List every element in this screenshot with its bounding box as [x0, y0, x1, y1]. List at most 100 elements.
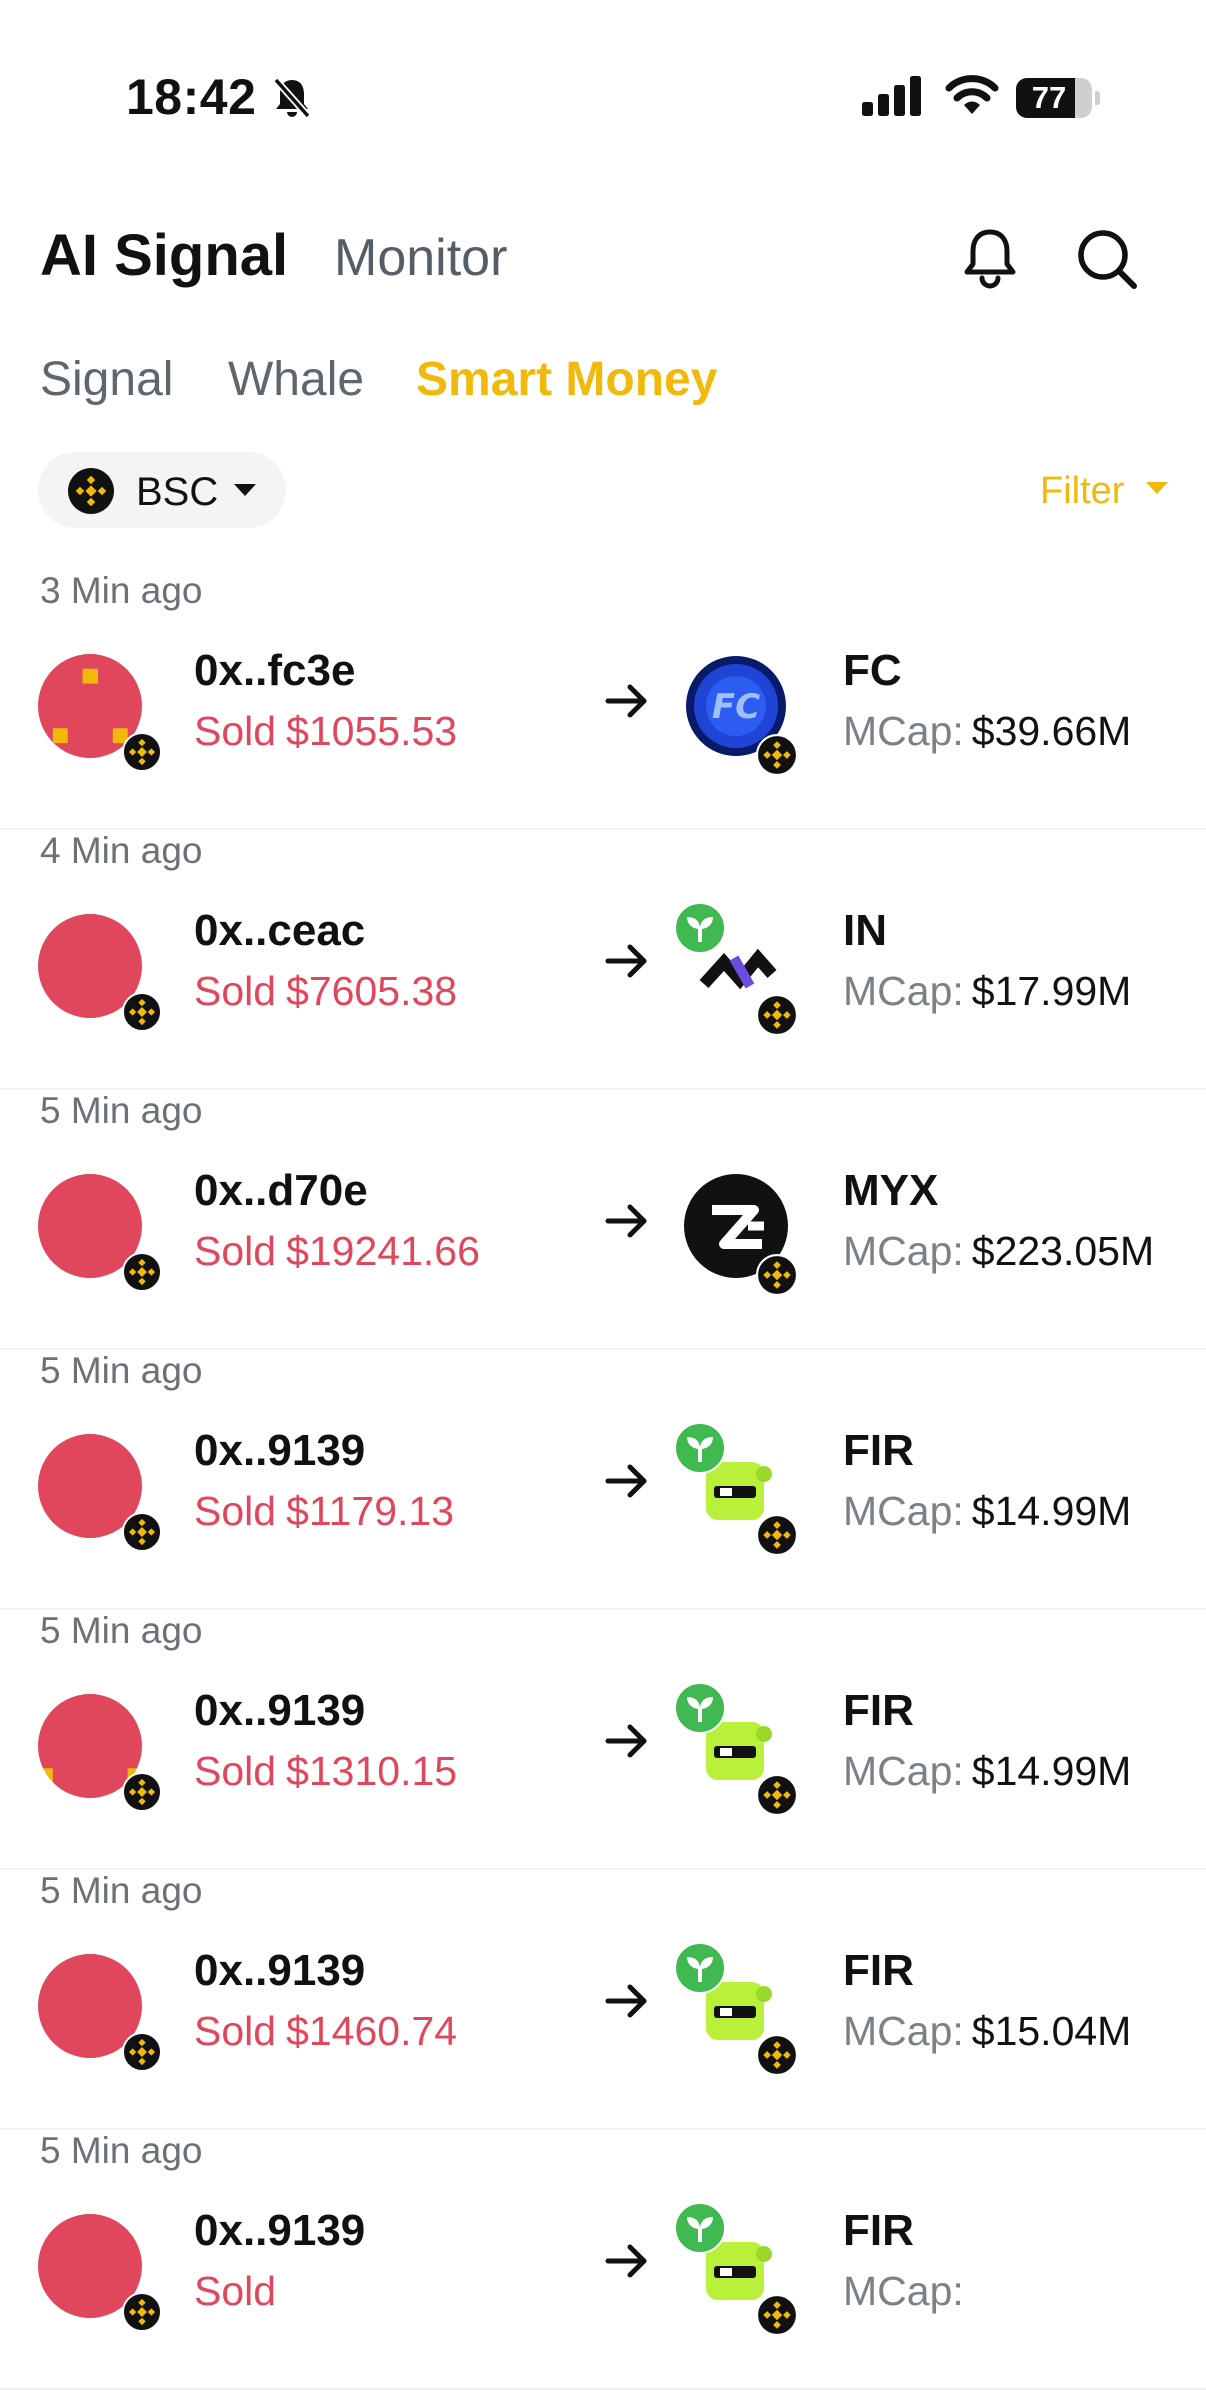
market-cap: MCap: $223.05M [843, 1228, 1154, 1275]
sprout-badge-icon [674, 1422, 726, 1474]
list-item[interactable]: 5 Min ago 0x..d70e Sold $19241.66 MYX MCap: $2… [0, 1090, 1206, 1350]
token-symbol[interactable]: FIR [843, 1426, 914, 1476]
wallet-address[interactable]: 0x..d70e [194, 1166, 368, 1216]
mcap-label: MCap: [843, 2268, 964, 2314]
list-item[interactable]: 5 Min ago 0x..9139 Sold $1179.13 FIR MCap: $14… [0, 1350, 1206, 1610]
bnb-chain-badge-icon [122, 2032, 162, 2072]
trade-action: Sold [194, 1488, 277, 1534]
wallet-address[interactable]: 0x..9139 [194, 1946, 365, 1996]
trade-action: Sold [194, 1748, 277, 1794]
arrow-right-icon [604, 1718, 650, 1769]
wallet-address[interactable]: 0x..ceac [194, 906, 365, 956]
trade-amount: $19241.66 [286, 1228, 480, 1274]
bnb-chain-badge-icon [122, 2292, 162, 2332]
wallet-address[interactable]: 0x..9139 [194, 2206, 365, 2256]
trade-amount: $1179.13 [286, 1488, 455, 1534]
token-symbol[interactable]: IN [843, 906, 887, 956]
sprout-badge-icon [674, 1942, 726, 1994]
status-bar: 18:42 77 [0, 0, 1206, 150]
arrow-right-icon [604, 1198, 650, 1249]
mcap-label: MCap: [843, 1488, 964, 1534]
arrow-right-icon [604, 938, 650, 989]
market-cap: MCap: [843, 2268, 972, 2315]
bnb-chain-badge-icon [122, 992, 162, 1032]
trade-action: Sold [194, 968, 277, 1014]
trade-action: Sold [194, 2268, 277, 2314]
bnb-chain-badge-icon [756, 994, 798, 1036]
market-cap: MCap: $15.04M [843, 2008, 1131, 2055]
svg-text:FC: FC [712, 687, 760, 727]
token-symbol[interactable]: FIR [843, 2206, 914, 2256]
mcap-value: $17.99M [971, 968, 1132, 1014]
mcap-value: $15.04M [971, 2008, 1132, 2054]
list-item[interactable]: 4 Min ago 0x..ceac Sold $7605.38 IN MCap: $17.… [0, 830, 1206, 1090]
trade-info: Sold $1460.74 [194, 2008, 457, 2055]
time-ago: 4 Min ago [40, 830, 203, 871]
trade-info: Sold $7605.38 [194, 968, 457, 1015]
battery-indicator: 77 [1016, 78, 1100, 118]
bnb-chain-badge-icon [756, 734, 798, 776]
trade-amount: $1310.15 [286, 1748, 458, 1794]
trade-info: Sold $19241.66 [194, 1228, 480, 1275]
token-symbol[interactable]: MYX [843, 1166, 938, 1216]
bnb-chain-badge-icon [756, 2034, 798, 2076]
time-ago: 5 Min ago [40, 1090, 203, 1131]
chain-selector[interactable]: BSC [38, 452, 286, 528]
trade-info: Sold $1310.15 [194, 1748, 457, 1795]
mcap-value: $14.99M [971, 1488, 1132, 1534]
list-item[interactable]: 5 Min ago 0x..9139 Sold $1460.74 FIR MCap: $15… [0, 1870, 1206, 2130]
trade-action: Sold [194, 1228, 277, 1274]
trade-action: Sold [194, 2008, 277, 2054]
bnb-chain-badge-icon [122, 732, 162, 772]
list-item[interactable]: 3 Min ago 0x..fc3e Sold $1055.53 FC FC MCap: $3… [0, 570, 1206, 830]
trade-amount: $7605.38 [286, 968, 458, 1014]
tab-smart-money[interactable]: Smart Money [416, 352, 717, 407]
filter-caret-icon[interactable] [1146, 482, 1168, 494]
time-ago: 5 Min ago [40, 2130, 203, 2171]
bnb-chain-badge-icon [756, 1254, 798, 1296]
mcap-value: $223.05M [971, 1228, 1155, 1274]
smart-money-list: 3 Min ago 0x..fc3e Sold $1055.53 FC FC MCap: $3… [0, 570, 1206, 2390]
battery-percent: 77 [1031, 80, 1067, 115]
cellular-signal-icon [862, 76, 924, 121]
token-symbol[interactable]: FC [843, 646, 902, 696]
wifi-icon [944, 74, 1000, 121]
bnb-chain-badge-icon [756, 1514, 798, 1556]
wallet-address[interactable]: 0x..9139 [194, 1426, 365, 1476]
filter-button[interactable]: Filter [1040, 470, 1124, 513]
time-ago: 5 Min ago [40, 1350, 203, 1391]
chain-label: BSC [136, 470, 219, 514]
token-symbol[interactable]: FIR [843, 1686, 914, 1736]
tab-signal[interactable]: Signal [40, 352, 173, 407]
trade-info: Sold [194, 2268, 286, 2315]
token-symbol[interactable]: FIR [843, 1946, 914, 1996]
bnb-chain-badge-icon [122, 1772, 162, 1812]
arrow-right-icon [604, 1978, 650, 2029]
mcap-label: MCap: [843, 2008, 964, 2054]
list-item[interactable]: 5 Min ago 0x..9139 Sold FIR MCap: [0, 2130, 1206, 2390]
mcap-label: MCap: [843, 1228, 964, 1274]
time-ago: 5 Min ago [40, 1870, 203, 1911]
market-cap: MCap: $17.99M [843, 968, 1131, 1015]
market-cap: MCap: $14.99M [843, 1488, 1131, 1535]
trade-action: Sold [194, 708, 277, 754]
wallet-address[interactable]: 0x..9139 [194, 1686, 365, 1736]
monitor-tab[interactable]: Monitor [334, 228, 507, 288]
trade-amount: $1055.53 [286, 708, 458, 754]
mcap-label: MCap: [843, 1748, 964, 1794]
wallet-address[interactable]: 0x..fc3e [194, 646, 355, 696]
search-icon[interactable] [1074, 226, 1140, 297]
page-title: AI Signal [40, 223, 289, 288]
bnb-chain-badge-icon [756, 2294, 798, 2336]
status-time: 18:42 [126, 69, 257, 125]
trade-amount: $1460.74 [286, 2008, 458, 2054]
trade-info: Sold $1055.53 [194, 708, 457, 755]
mcap-value: $14.99M [971, 1748, 1132, 1794]
sprout-badge-icon [674, 902, 726, 954]
notification-bell-icon[interactable] [962, 226, 1018, 295]
list-item[interactable]: 5 Min ago 0x..9139 Sold $1310.15 FIR MCap: $14… [0, 1610, 1206, 1870]
bnb-chain-badge-icon [122, 1252, 162, 1292]
mcap-label: MCap: [843, 708, 964, 754]
arrow-right-icon [604, 678, 650, 729]
tab-whale[interactable]: Whale [228, 352, 364, 407]
